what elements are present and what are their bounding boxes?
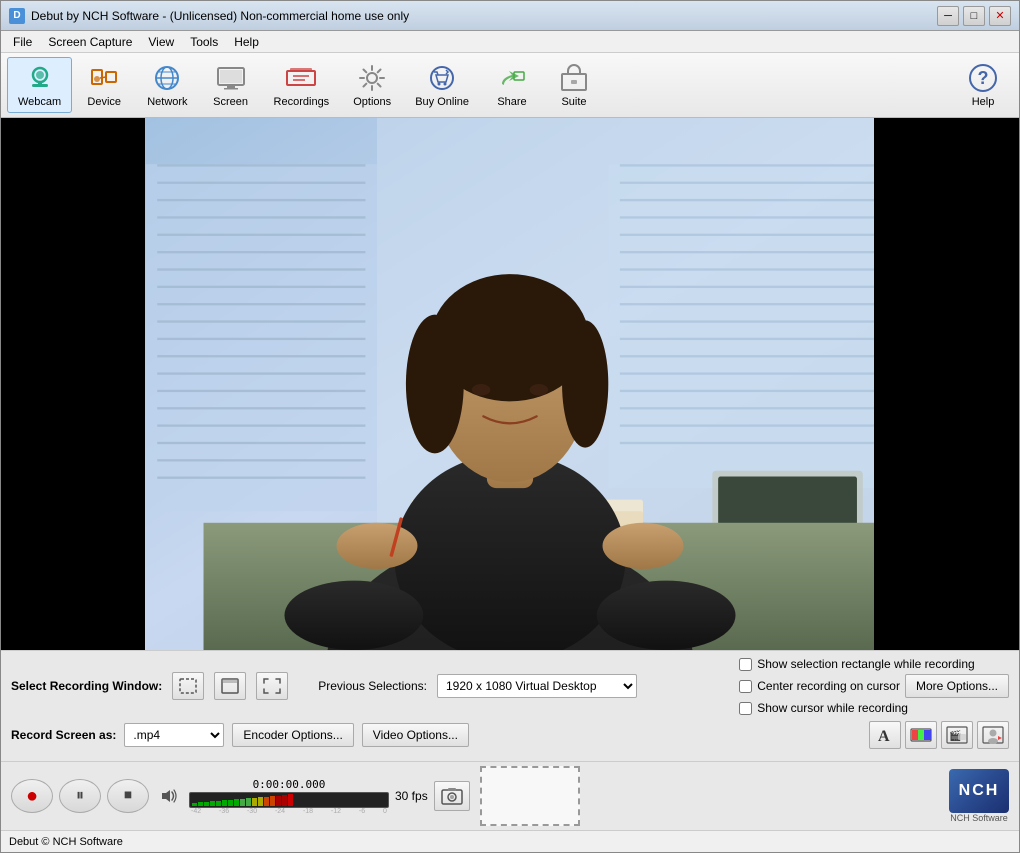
volume-button[interactable] [155, 782, 183, 810]
toolbar: Webcam Device [1, 53, 1019, 118]
main-window: D Debut by NCH Software - (Unlicensed) N… [0, 0, 1020, 853]
nch-logo: NCH NCH Software [949, 769, 1009, 823]
share-label: Share [497, 96, 526, 108]
toolbar-btn-share[interactable]: Share [482, 57, 542, 113]
toolbar-btn-screen[interactable]: Screen [201, 57, 261, 113]
record-as-row: Record Screen as: .mp4 Encoder Options..… [11, 721, 1009, 749]
minimize-button[interactable]: ─ [937, 6, 959, 26]
menu-help[interactable]: Help [226, 33, 267, 51]
center-recording-checkbox[interactable] [739, 680, 752, 693]
network-label: Network [147, 96, 187, 108]
webcam-icon [24, 62, 56, 94]
center-recording-label: Center recording on cursor [757, 679, 900, 693]
tool-icons: A 🎬 [869, 721, 1009, 749]
format-dropdown[interactable]: .mp4 [124, 723, 224, 747]
buyonline-icon [426, 62, 458, 94]
nch-logo-image: NCH [949, 769, 1009, 813]
previous-selections-dropdown[interactable]: 1920 x 1080 Virtual Desktop [437, 674, 637, 698]
toolbar-btn-options[interactable]: Options [342, 57, 402, 113]
video-content [145, 118, 875, 650]
screenshot-button[interactable] [434, 781, 470, 811]
level-labels: -42 -36 -30 -24 -18 -12 -6 0 [189, 808, 389, 815]
menu-bar: File Screen Capture View Tools Help [1, 31, 1019, 53]
video-effects-btn[interactable] [905, 721, 937, 749]
window-controls: ─ □ ✕ [937, 6, 1011, 26]
selection-rect-btn[interactable] [172, 672, 204, 700]
timecode-display: 0:00:00.000 [244, 778, 334, 791]
device-label: Device [87, 96, 121, 108]
video-image [145, 118, 875, 650]
svg-text:A: A [878, 728, 890, 745]
status-text: Debut © NCH Software [9, 836, 123, 848]
menu-view[interactable]: View [140, 33, 182, 51]
toolbar-btn-webcam[interactable]: Webcam [7, 57, 72, 113]
watermark-btn[interactable]: 🎬 [941, 721, 973, 749]
center-recording-row: Center recording on cursor More Options.… [739, 674, 1009, 698]
nch-logo-text: NCH [959, 782, 1000, 800]
show-cursor-checkbox[interactable] [739, 702, 752, 715]
show-cursor-label: Show cursor while recording [757, 701, 908, 715]
level-meter [189, 792, 389, 808]
buyonline-label: Buy Online [415, 96, 469, 108]
show-selection-rect-row: Show selection rectangle while recording [739, 657, 1009, 671]
controls-area: Select Recording Window: Previous Select… [1, 650, 1019, 761]
fullscreen-select-btn[interactable] [256, 672, 288, 700]
app-icon: D [9, 8, 25, 24]
network-icon [151, 62, 183, 94]
recording-window-row: Select Recording Window: Previous Select… [11, 657, 1009, 715]
toolbar-btn-suite[interactable]: Suite [544, 57, 604, 113]
nch-tagline: NCH Software [950, 813, 1008, 823]
stop-button[interactable]: ⏹ [107, 779, 149, 813]
options-icon [356, 62, 388, 94]
text-overlay-btn[interactable]: A [869, 721, 901, 749]
more-options-button[interactable]: More Options... [905, 674, 1009, 698]
recording-checkboxes: Show selection rectangle while recording… [739, 657, 1009, 715]
record-button[interactable]: ● [11, 779, 53, 813]
encoder-options-button[interactable]: Encoder Options... [232, 723, 353, 747]
options-label: Options [353, 96, 391, 108]
preview-thumbnail [480, 766, 580, 826]
toolbar-btn-recordings[interactable]: Recordings [263, 57, 341, 113]
select-recording-window-label: Select Recording Window: [11, 679, 162, 693]
maximize-button[interactable]: □ [963, 6, 985, 26]
record-screen-as-label: Record Screen as: [11, 728, 116, 742]
webcam-label: Webcam [18, 96, 61, 108]
fps-display: 30 fps [395, 789, 428, 803]
close-button[interactable]: ✕ [989, 6, 1011, 26]
screen-label: Screen [213, 96, 248, 108]
svg-text:?: ? [978, 68, 989, 88]
level-meter-container: 0:00:00.000 [189, 778, 389, 815]
video-options-button[interactable]: Video Options... [362, 723, 469, 747]
transport-row: ● ⏸ ⏹ 0:00:00.000 [1, 761, 1019, 830]
video-preview [1, 118, 1019, 650]
menu-file[interactable]: File [5, 33, 40, 51]
black-bar-left [1, 118, 146, 650]
suite-icon [558, 62, 590, 94]
recordings-icon [285, 62, 317, 94]
screen-icon [215, 62, 247, 94]
help-icon: ? [967, 62, 999, 94]
help-label: Help [972, 96, 995, 108]
title-bar: D Debut by NCH Software - (Unlicensed) N… [1, 1, 1019, 31]
avatar-btn[interactable] [977, 721, 1009, 749]
menu-screen-capture[interactable]: Screen Capture [40, 33, 140, 51]
toolbar-btn-buyonline[interactable]: Buy Online [404, 57, 480, 113]
share-icon [496, 62, 528, 94]
show-selection-rect-label: Show selection rectangle while recording [757, 657, 974, 671]
toolbar-btn-device[interactable]: Device [74, 57, 134, 113]
window-title: Debut by NCH Software - (Unlicensed) Non… [31, 9, 937, 23]
toolbar-btn-network[interactable]: Network [136, 57, 198, 113]
black-bar-right [874, 118, 1019, 650]
window-select-btn[interactable] [214, 672, 246, 700]
show-cursor-row: Show cursor while recording [739, 701, 1009, 715]
suite-label: Suite [561, 96, 586, 108]
toolbar-btn-help[interactable]: ? Help [953, 57, 1013, 113]
device-icon [88, 62, 120, 94]
previous-selections-label: Previous Selections: [318, 679, 427, 693]
recordings-label: Recordings [274, 96, 330, 108]
status-bar: Debut © NCH Software [1, 830, 1019, 852]
pause-button[interactable]: ⏸ [59, 779, 101, 813]
menu-tools[interactable]: Tools [182, 33, 226, 51]
show-selection-rect-checkbox[interactable] [739, 658, 752, 671]
